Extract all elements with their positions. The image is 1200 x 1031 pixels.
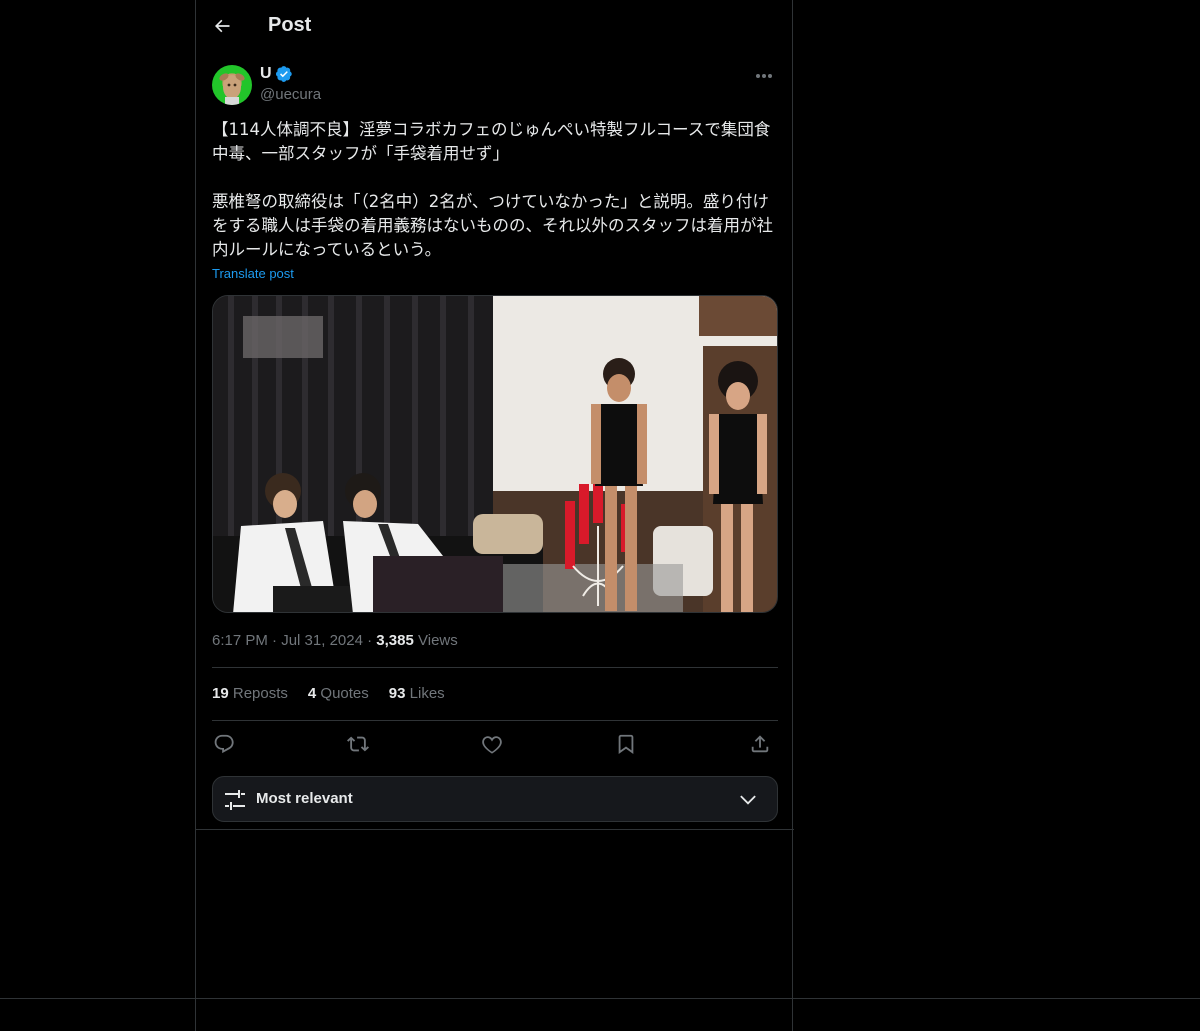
quotes-label: Quotes [320,685,369,702]
reposts-label: Reposts [232,685,288,702]
post-header: Post [196,0,794,53]
primary-column: Post U @uecura 【114人体調不良】淫夢コラボカフェのじゅんぺい特… [195,0,794,1031]
meta-separator: · [367,632,377,649]
verified-badge-icon [275,66,292,82]
post-stats: 19 Reposts 4 Quotes 93 Likes [212,685,445,702]
reposts-stat[interactable]: 19 Reposts [212,685,288,702]
page-title: Post [268,14,312,36]
reply-sort-dropdown[interactable]: Most relevant [212,776,778,822]
back-button[interactable] [208,12,236,40]
views-count: 3,385 [376,632,414,649]
divider [212,720,778,721]
post-media-image[interactable] [212,295,778,613]
reply-icon [214,734,234,754]
chevron-down-icon [740,795,756,805]
user-handle[interactable]: @uecura [260,86,321,103]
likes-count: 93 [388,685,406,702]
share-button[interactable] [748,732,772,756]
like-icon [482,736,502,754]
meta-separator: · [272,632,282,649]
display-name[interactable]: U [260,65,272,83]
likes-label: Likes [409,685,445,702]
more-horizontal-icon [756,74,772,78]
divider [212,667,778,668]
views-label: Views [418,632,458,649]
post-date[interactable]: Jul 31, 2024 [281,632,363,649]
like-button[interactable] [480,732,504,756]
name-row: U [260,65,293,83]
quotes-count: 4 [307,685,317,702]
reposts-count: 19 [212,685,229,702]
bookmark-button[interactable] [614,732,638,756]
quotes-stat[interactable]: 4 Quotes [308,685,369,702]
section-divider [196,829,794,830]
likes-stat[interactable]: 93 Likes [389,685,445,702]
post-meta: 6:17 PM · Jul 31, 2024 · 3,385 Views [212,632,458,649]
repost-icon [347,736,369,752]
arrow-left-icon [215,19,230,33]
translate-post-link[interactable]: Translate post [212,266,294,281]
avatar[interactable] [212,65,252,105]
more-options-button[interactable] [750,66,778,86]
post-actions [212,732,778,756]
post-author: U @uecura [212,64,778,108]
post-time[interactable]: 6:17 PM [212,632,268,649]
reply-button[interactable] [212,732,236,756]
post-text: 【114人体調不良】淫夢コラボカフェのじゅんぺい特製フルコースで集団食中毒、一部… [212,120,773,259]
sliders-icon [225,790,245,810]
share-icon [751,735,769,753]
repost-button[interactable] [346,732,370,756]
sort-label: Most relevant [256,790,353,807]
bookmark-icon [618,734,634,754]
